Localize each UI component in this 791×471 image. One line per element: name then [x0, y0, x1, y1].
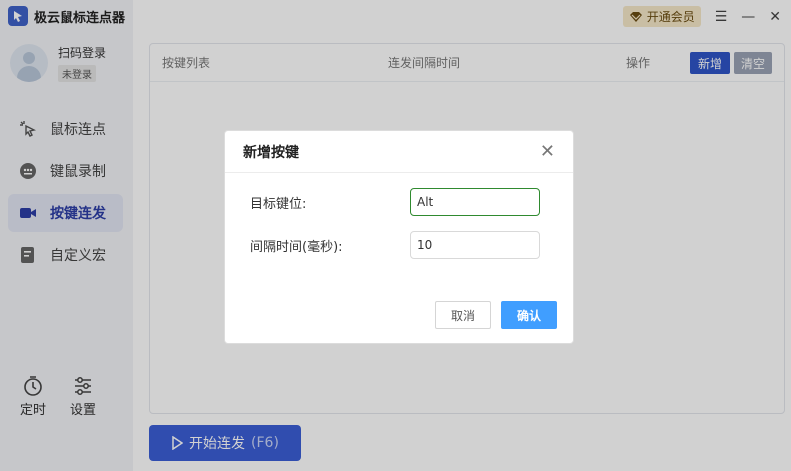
cancel-button[interactable]: 取消 [435, 301, 491, 329]
target-key-row: 目标键位: Alt [250, 188, 540, 216]
dialog-close-icon[interactable]: ✕ [540, 141, 555, 162]
interval-label: 间隔时间(毫秒): [250, 239, 343, 255]
confirm-button[interactable]: 确认 [501, 301, 557, 329]
dialog-footer: 取消 确认 [435, 301, 557, 329]
dialog-header: 新增按键 ✕ [225, 131, 573, 173]
interval-row: 间隔时间(毫秒): 10 [250, 231, 540, 259]
add-key-dialog: 新增按键 ✕ 目标键位: Alt 间隔时间(毫秒): 10 取消 确认 [224, 130, 574, 344]
dialog-title: 新增按键 [243, 144, 299, 161]
target-key-label: 目标键位: [250, 196, 307, 212]
target-key-input[interactable]: Alt [410, 188, 540, 216]
interval-input[interactable]: 10 [410, 231, 540, 259]
